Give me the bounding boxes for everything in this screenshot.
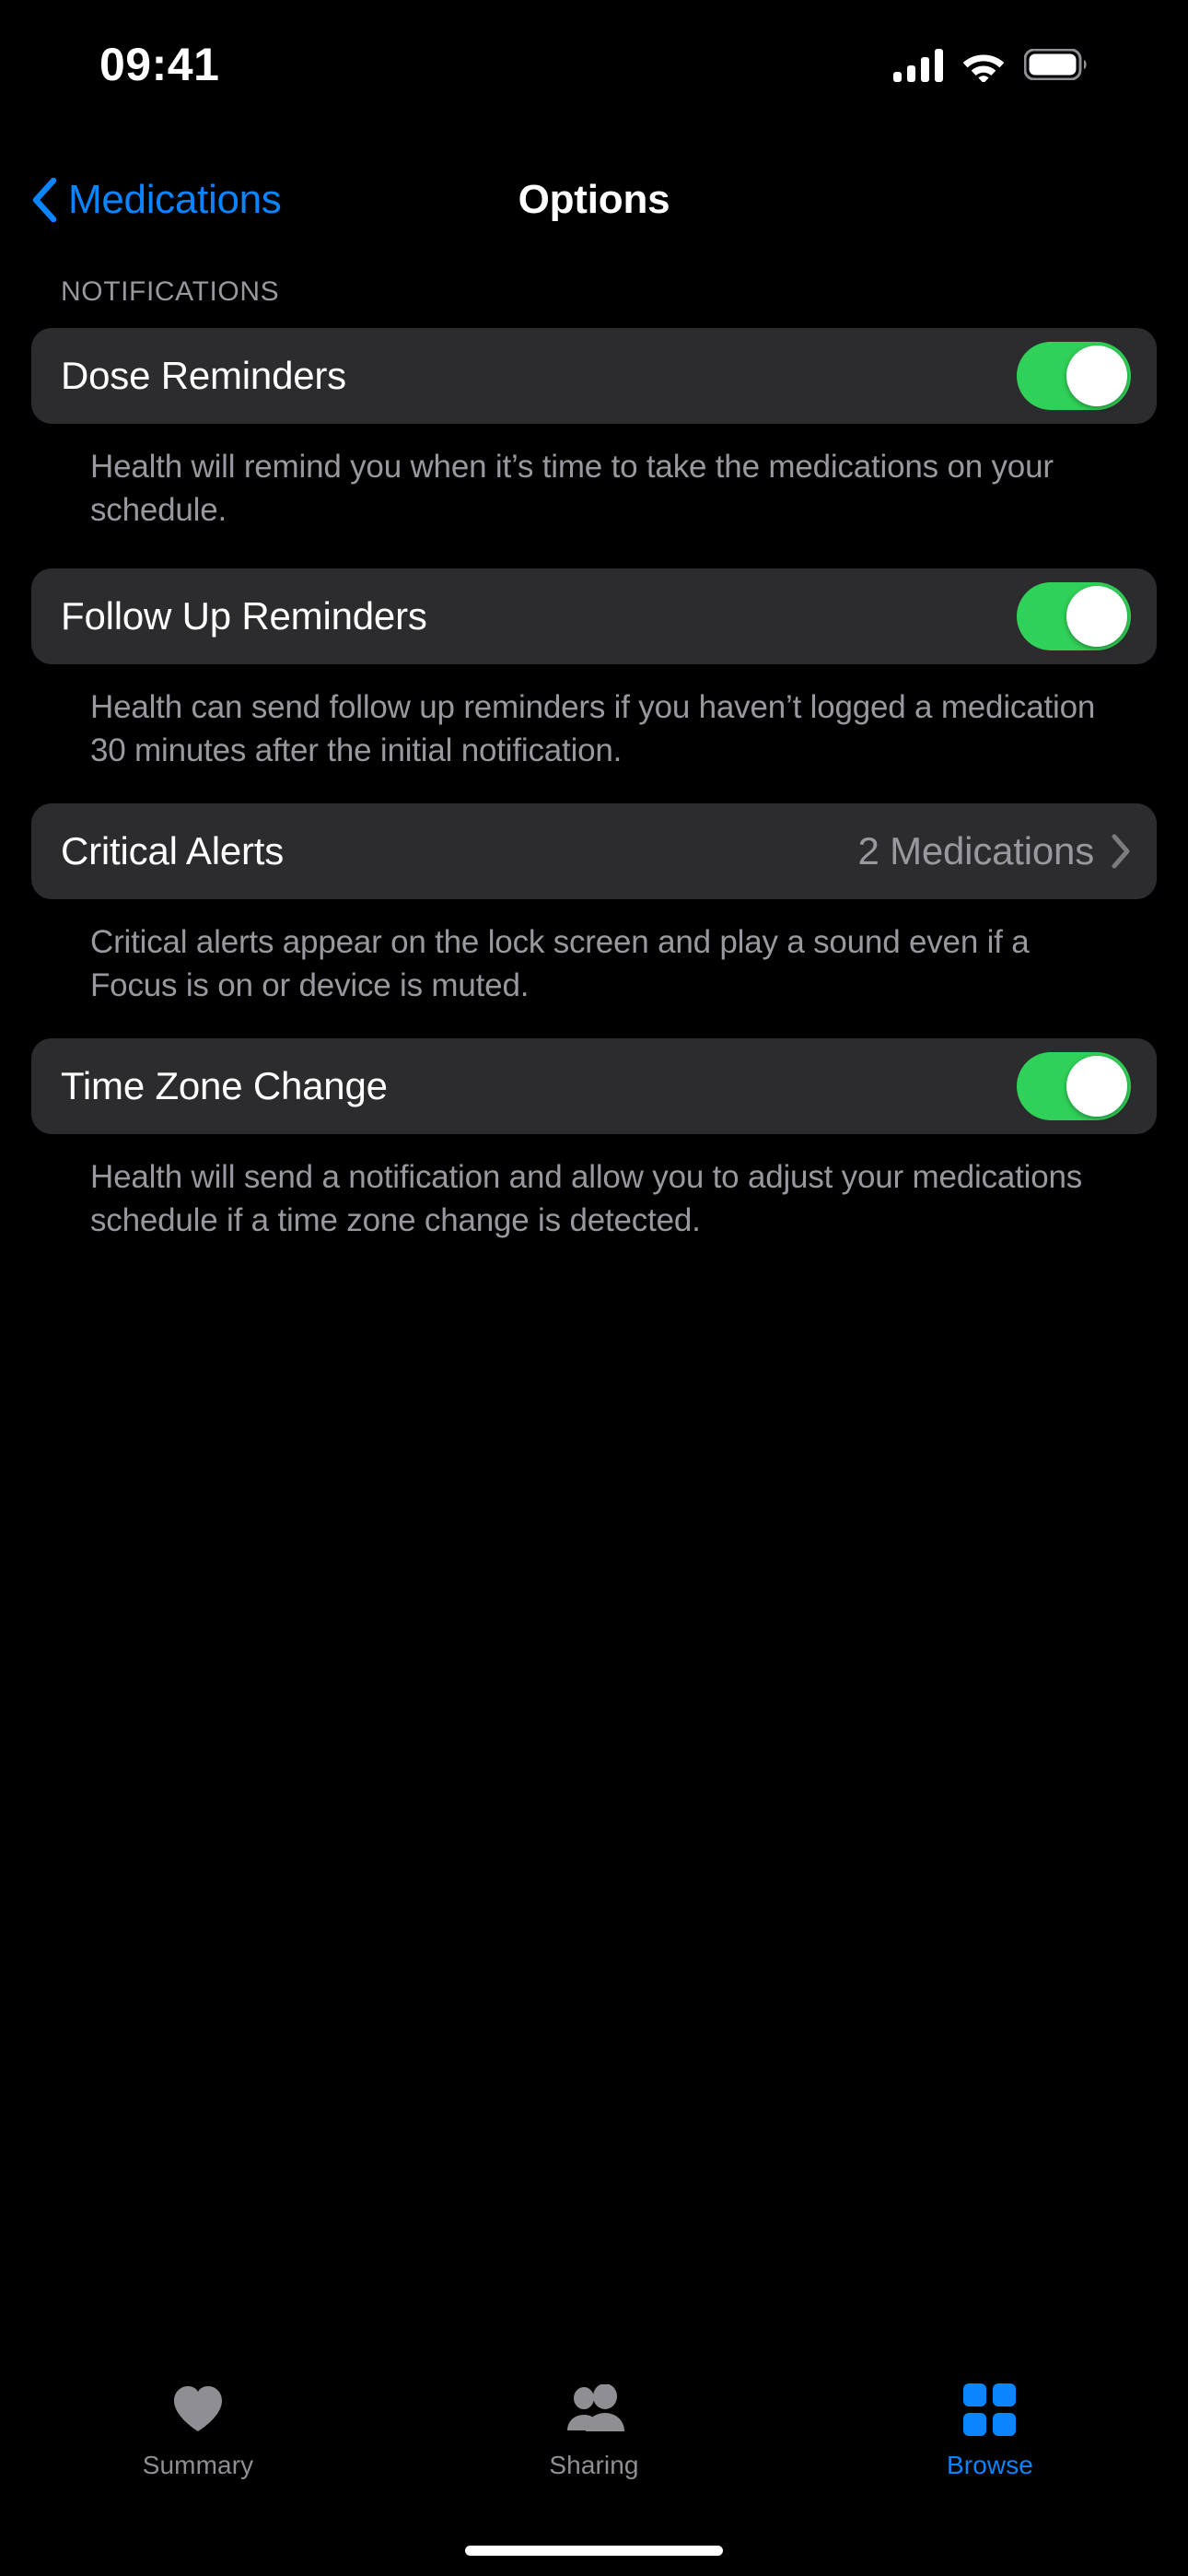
battery-full-icon <box>1024 49 1087 80</box>
status-bar-indicators <box>893 47 1089 82</box>
row-time-zone-change[interactable]: Time Zone Change <box>31 1038 1157 1135</box>
time-zone-change-toggle[interactable] <box>1017 1052 1131 1121</box>
section-header-notifications: NOTIFICATIONS <box>61 276 280 307</box>
tab-label-sharing: Sharing <box>549 2451 639 2479</box>
footnote-dose-reminders: Health will remind you when it’s time to… <box>90 449 1054 528</box>
tab-browse[interactable]: Browse <box>792 2381 1188 2480</box>
follow-up-reminders-toggle[interactable] <box>1017 582 1131 651</box>
tab-label-summary: Summary <box>142 2451 254 2479</box>
grid-cell <box>963 2383 987 2406</box>
settings-group-dose-reminders: Dose Reminders Health will remind you wh… <box>0 328 1188 532</box>
row-label: Dose Reminders <box>61 354 346 397</box>
footnote-critical-alerts: Critical alerts appear on the lock scree… <box>90 924 1030 1003</box>
chevron-right-icon <box>1112 834 1130 869</box>
tab-bar: Summary Sharing Browse <box>0 2355 1188 2576</box>
two-people-icon <box>564 2381 624 2438</box>
heart-icon <box>171 2381 225 2438</box>
footnote-follow-up-reminders: Health can send follow up reminders if y… <box>90 689 1096 768</box>
grid-icon <box>963 2381 1017 2438</box>
footnote-time-zone-change: Health will send a notification and allo… <box>90 1159 1083 1238</box>
settings-group-follow-up-reminders: Follow Up Reminders Health can send foll… <box>0 568 1188 772</box>
grid-cell <box>993 2412 1017 2436</box>
row-label: Critical Alerts <box>61 829 285 873</box>
toggle-knob <box>1066 345 1127 406</box>
grid-cell <box>963 2412 987 2436</box>
critical-alerts-value: 2 Medications <box>857 829 1094 873</box>
status-bar-time: 09:41 <box>99 39 220 90</box>
settings-group-time-zone-change: Time Zone Change Health will send a noti… <box>0 1038 1188 1242</box>
home-indicator[interactable] <box>465 2546 723 2556</box>
health-options-screen: 09:41 Medications Options NOTIFICATIONS … <box>0 0 1188 2576</box>
toggle-knob <box>1066 586 1127 648</box>
tab-label-browse: Browse <box>947 2451 1033 2479</box>
row-follow-up-reminders[interactable]: Follow Up Reminders <box>31 568 1157 665</box>
cellular-signal-icon <box>893 49 943 82</box>
toggle-knob <box>1066 1056 1127 1118</box>
navigation-bar: Medications Options <box>0 149 1188 251</box>
row-dose-reminders[interactable]: Dose Reminders <box>31 328 1157 424</box>
tab-summary[interactable]: Summary <box>0 2381 396 2480</box>
settings-group-critical-alerts: Critical Alerts 2 Medications Critical a… <box>0 803 1188 1007</box>
status-bar: 09:41 <box>0 0 1188 120</box>
dose-reminders-toggle[interactable] <box>1017 342 1131 410</box>
row-label: Time Zone Change <box>61 1064 388 1108</box>
tab-sharing[interactable]: Sharing <box>396 2381 792 2480</box>
page-title: Options <box>518 177 670 222</box>
grid-cell <box>993 2383 1017 2406</box>
wifi-icon <box>962 54 1005 82</box>
row-critical-alerts[interactable]: Critical Alerts 2 Medications <box>31 803 1157 900</box>
row-label: Follow Up Reminders <box>61 594 427 638</box>
settings-list: NOTIFICATIONS Dose Reminders Health will… <box>0 276 1188 1242</box>
